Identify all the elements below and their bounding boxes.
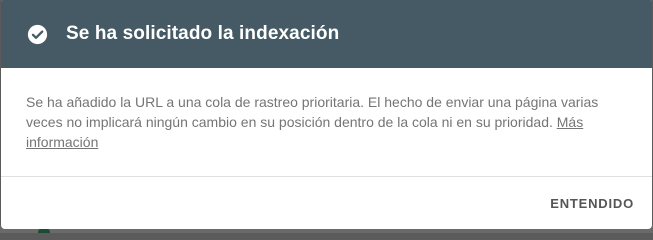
check-circle-icon <box>27 24 48 45</box>
indexing-requested-dialog: Se ha solicitado la indexación Se ha aña… <box>1 0 652 229</box>
dialog-message: Se ha añadido la URL a una cola de rastr… <box>1 68 652 176</box>
dialog-message-text: Se ha añadido la URL a una cola de rastr… <box>26 94 599 130</box>
dialog-header: Se ha solicitado la indexación <box>1 0 652 68</box>
ok-button[interactable]: ENTENDIDO <box>550 196 634 211</box>
dialog-actions: ENTENDIDO <box>1 177 652 229</box>
dialog-title: Se ha solicitado la indexación <box>66 23 340 44</box>
